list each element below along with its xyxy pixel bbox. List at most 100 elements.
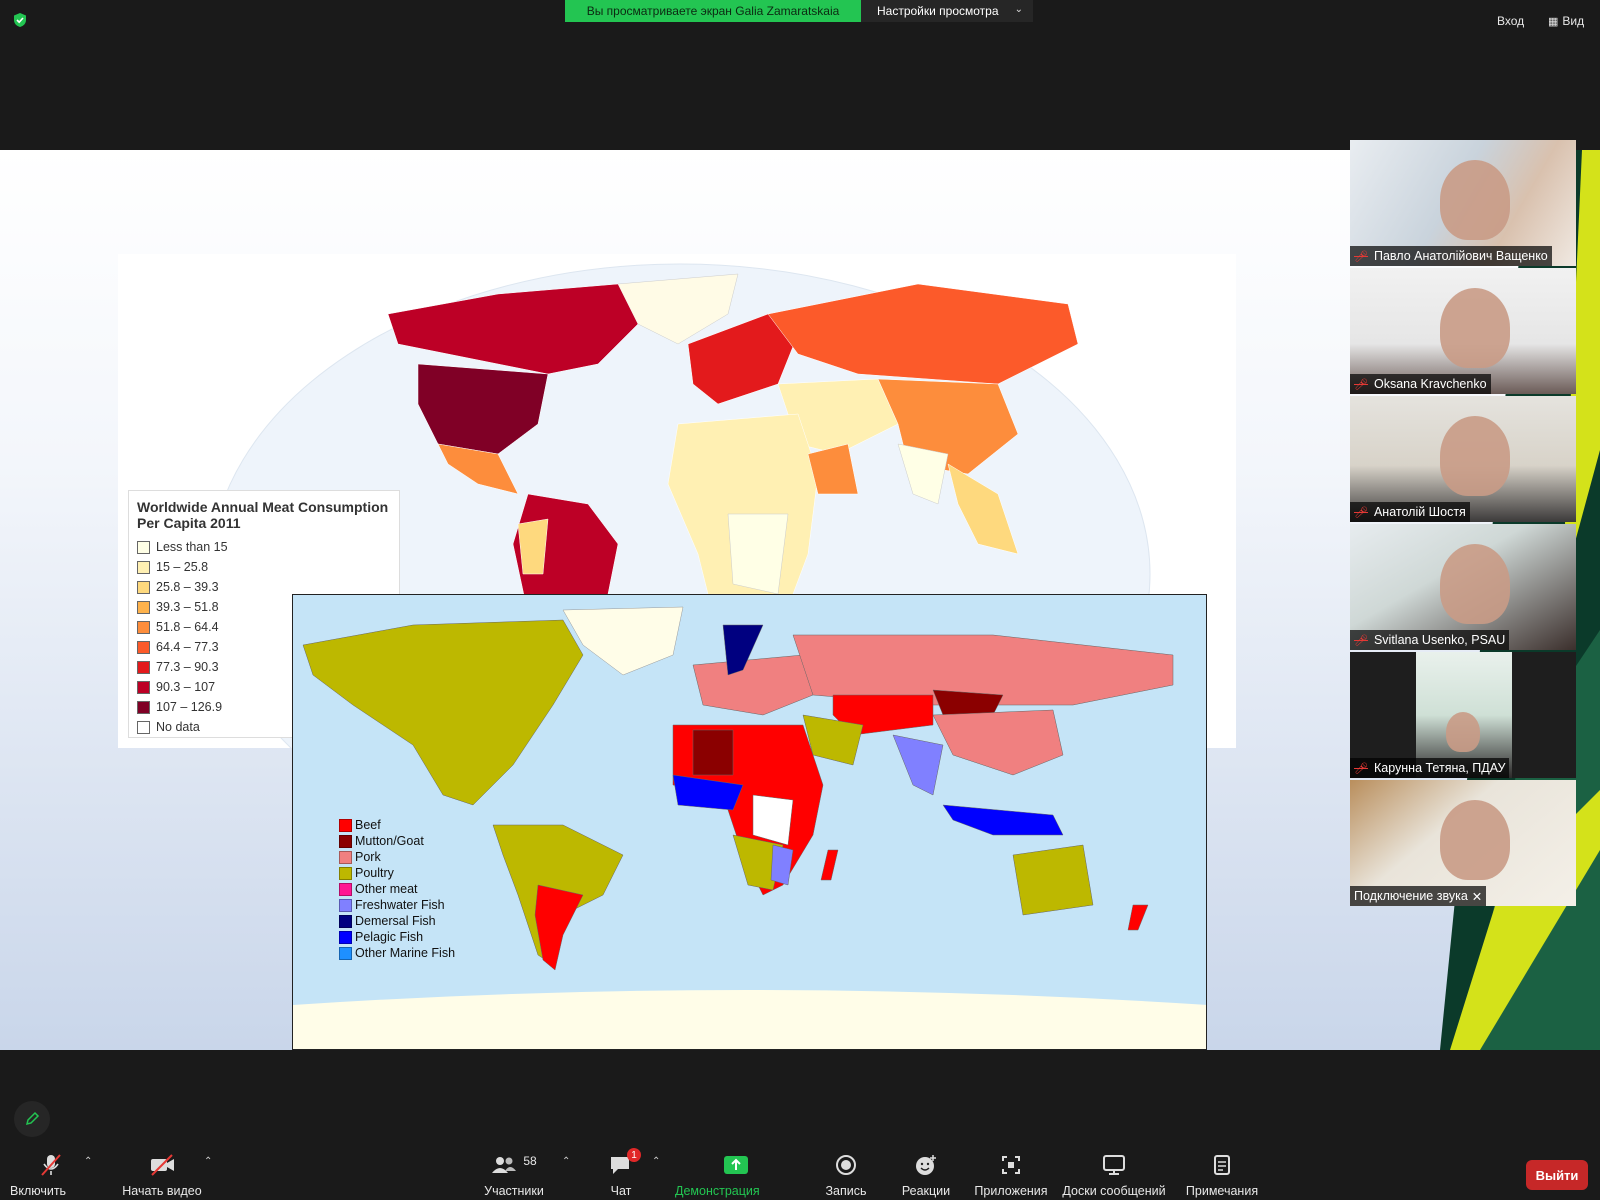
screen-share-banner: Вы просматриваете экран Galia Zamaratska…	[565, 0, 861, 22]
video-off-icon	[151, 1154, 174, 1176]
participant-video	[1440, 160, 1510, 240]
reactions-button[interactable]: Реакции	[902, 1152, 950, 1198]
whiteboard-icon	[1103, 1155, 1125, 1175]
legend-swatch	[339, 898, 352, 912]
pencil-icon	[25, 1111, 40, 1126]
notes-label: Примечания	[1185, 1184, 1259, 1198]
participant-tile[interactable]: 🎤︎ Павло Анатолійович Ващенко	[1350, 140, 1576, 266]
legend-swatch	[137, 620, 150, 634]
chevron-up-icon[interactable]: ⌃	[652, 1156, 660, 1167]
view-button[interactable]: ▦ Вид	[1548, 12, 1584, 30]
mic-muted-icon: 🎤︎	[1354, 762, 1368, 775]
legend-swatch	[137, 580, 150, 594]
record-icon	[836, 1155, 856, 1175]
chat-button[interactable]: 1 Чат ⌃	[606, 1148, 660, 1198]
mic-muted-icon: 🎤︎	[1354, 506, 1368, 519]
legend-item: Other meat	[339, 881, 455, 897]
share-screen-icon	[724, 1156, 748, 1174]
participant-name-tag: 🎤︎ Карунна Тетяна, ПДАУ	[1350, 758, 1510, 778]
participant-name-tag: 🎤︎ Svitlana Usenko, PSAU	[1350, 630, 1510, 650]
shield-icon[interactable]	[12, 12, 28, 28]
participants-icon	[492, 1157, 517, 1173]
leave-button[interactable]: Выйти	[1526, 1160, 1588, 1190]
legend-item: Poultry	[339, 865, 455, 881]
whiteboards-button[interactable]: Доски сообщений	[1062, 1152, 1166, 1198]
chevron-down-icon: ⌄	[1014, 4, 1023, 15]
legend-swatch	[137, 600, 150, 614]
unmute-label: Включить звук	[10, 1184, 67, 1200]
participant-video	[1440, 544, 1510, 624]
reactions-label: Реакции	[901, 1184, 951, 1198]
enter-button[interactable]: Вход	[1497, 12, 1524, 30]
legend-item: Pelagic Fish	[339, 929, 455, 945]
notes-button[interactable]: Примечания	[1186, 1152, 1258, 1198]
chat-label: Чат	[610, 1184, 632, 1198]
unmute-button[interactable]: Включить звук ⌃	[10, 1152, 92, 1200]
participant-tile[interactable]: 🎤︎ Карунна Тетяна, ПДАУ	[1350, 652, 1576, 778]
participants-label: Участники	[484, 1184, 544, 1198]
dominant-meat-legend: Beef Mutton/Goat Pork Poultry Other meat Fres…	[339, 817, 455, 961]
legend-title: Worldwide Annual Meat Consumption Per Ca…	[137, 499, 389, 531]
mic-muted-icon	[41, 1154, 61, 1176]
record-button[interactable]: Запись	[826, 1152, 867, 1198]
notes-icon	[1214, 1155, 1230, 1175]
legend-item: Less than 15	[137, 537, 391, 557]
legend-label: Poultry	[355, 866, 394, 880]
legend-swatch	[339, 914, 352, 928]
legend-swatch	[339, 882, 352, 896]
apps-button[interactable]: Приложения	[974, 1152, 1048, 1198]
legend-swatch	[339, 866, 352, 880]
legend-item: Demersal Fish	[339, 913, 455, 929]
legend-label: Mutton/Goat	[355, 834, 424, 848]
legend-swatch	[137, 540, 150, 554]
participant-tile[interactable]: 🎤︎ Oksana Kravchenko	[1350, 268, 1576, 394]
meeting-toolbar: Включить звук ⌃ Начать видео ⌃ 58 Участн…	[0, 1052, 1600, 1200]
legend-swatch	[339, 850, 352, 864]
legend-label: Less than 15	[156, 540, 228, 554]
legend-label: 51.8 – 64.4	[156, 620, 219, 634]
chevron-up-icon[interactable]: ⌃	[204, 1156, 212, 1167]
chat-badge: 1	[627, 1148, 641, 1162]
chevron-up-icon[interactable]: ⌃	[84, 1156, 92, 1167]
dominant-meat-map: Beef Mutton/Goat Pork Poultry Other meat Fres…	[292, 594, 1207, 1050]
participant-tile[interactable]: Подключение звука ✕	[1350, 780, 1576, 906]
legend-label: Pork	[355, 850, 381, 864]
grid-icon: ▦	[1548, 15, 1559, 28]
zoom-meeting-window: Вы просматриваете экран Galia Zamaratska…	[0, 0, 1600, 1200]
participants-button[interactable]: 58 Участники ⌃	[482, 1152, 570, 1198]
legend-item: Beef	[339, 817, 455, 833]
legend-swatch	[339, 834, 352, 848]
annotate-button[interactable]	[14, 1101, 50, 1137]
start-video-button[interactable]: Начать видео ⌃	[120, 1152, 212, 1198]
legend-swatch	[137, 640, 150, 654]
close-icon[interactable]: ✕	[1472, 889, 1482, 904]
participant-name: Svitlana Usenko, PSAU	[1373, 633, 1506, 647]
participant-name: Oksana Kravchenko	[1373, 377, 1487, 391]
share-screen-button[interactable]: Демонстрация экрана	[675, 1152, 797, 1200]
mic-muted-icon: 🎤︎	[1354, 634, 1368, 647]
view-settings-label: Настройки просмотра	[877, 4, 999, 18]
mic-muted-icon: 🎤︎	[1354, 378, 1368, 391]
legend-label: Pelagic Fish	[355, 930, 424, 944]
view-settings-dropdown[interactable]: Настройки просмотра ⌄	[861, 0, 1033, 22]
legend-swatch	[339, 946, 352, 960]
apps-icon	[1002, 1156, 1020, 1174]
participant-name: Павло Анатолійович Ващенко	[1373, 249, 1548, 263]
legend-item: Pork	[339, 849, 455, 865]
whiteboards-label: Доски сообщений	[1062, 1184, 1166, 1198]
legend-label: 64.4 – 77.3	[156, 640, 219, 654]
legend-label: Demersal Fish	[355, 914, 436, 928]
participant-tile[interactable]: 🎤︎ Svitlana Usenko, PSAU	[1350, 524, 1576, 650]
legend-swatch	[137, 660, 150, 674]
legend-item: Mutton/Goat	[339, 833, 455, 849]
apps-label: Приложения	[974, 1184, 1048, 1198]
participant-name: Карунна Тетяна, ПДАУ	[1373, 761, 1506, 775]
participant-name: Анатолій Шостя	[1373, 505, 1466, 519]
participant-tile[interactable]: 🎤︎ Анатолій Шостя	[1350, 396, 1576, 522]
legend-item: 15 – 25.8	[137, 557, 391, 577]
enter-label: Вход	[1497, 14, 1525, 28]
chevron-up-icon[interactable]: ⌃	[562, 1156, 570, 1167]
legend-label: Freshwater Fish	[355, 898, 445, 912]
participant-name: Подключение звука	[1354, 889, 1468, 903]
participants-count: 58	[523, 1154, 537, 1168]
